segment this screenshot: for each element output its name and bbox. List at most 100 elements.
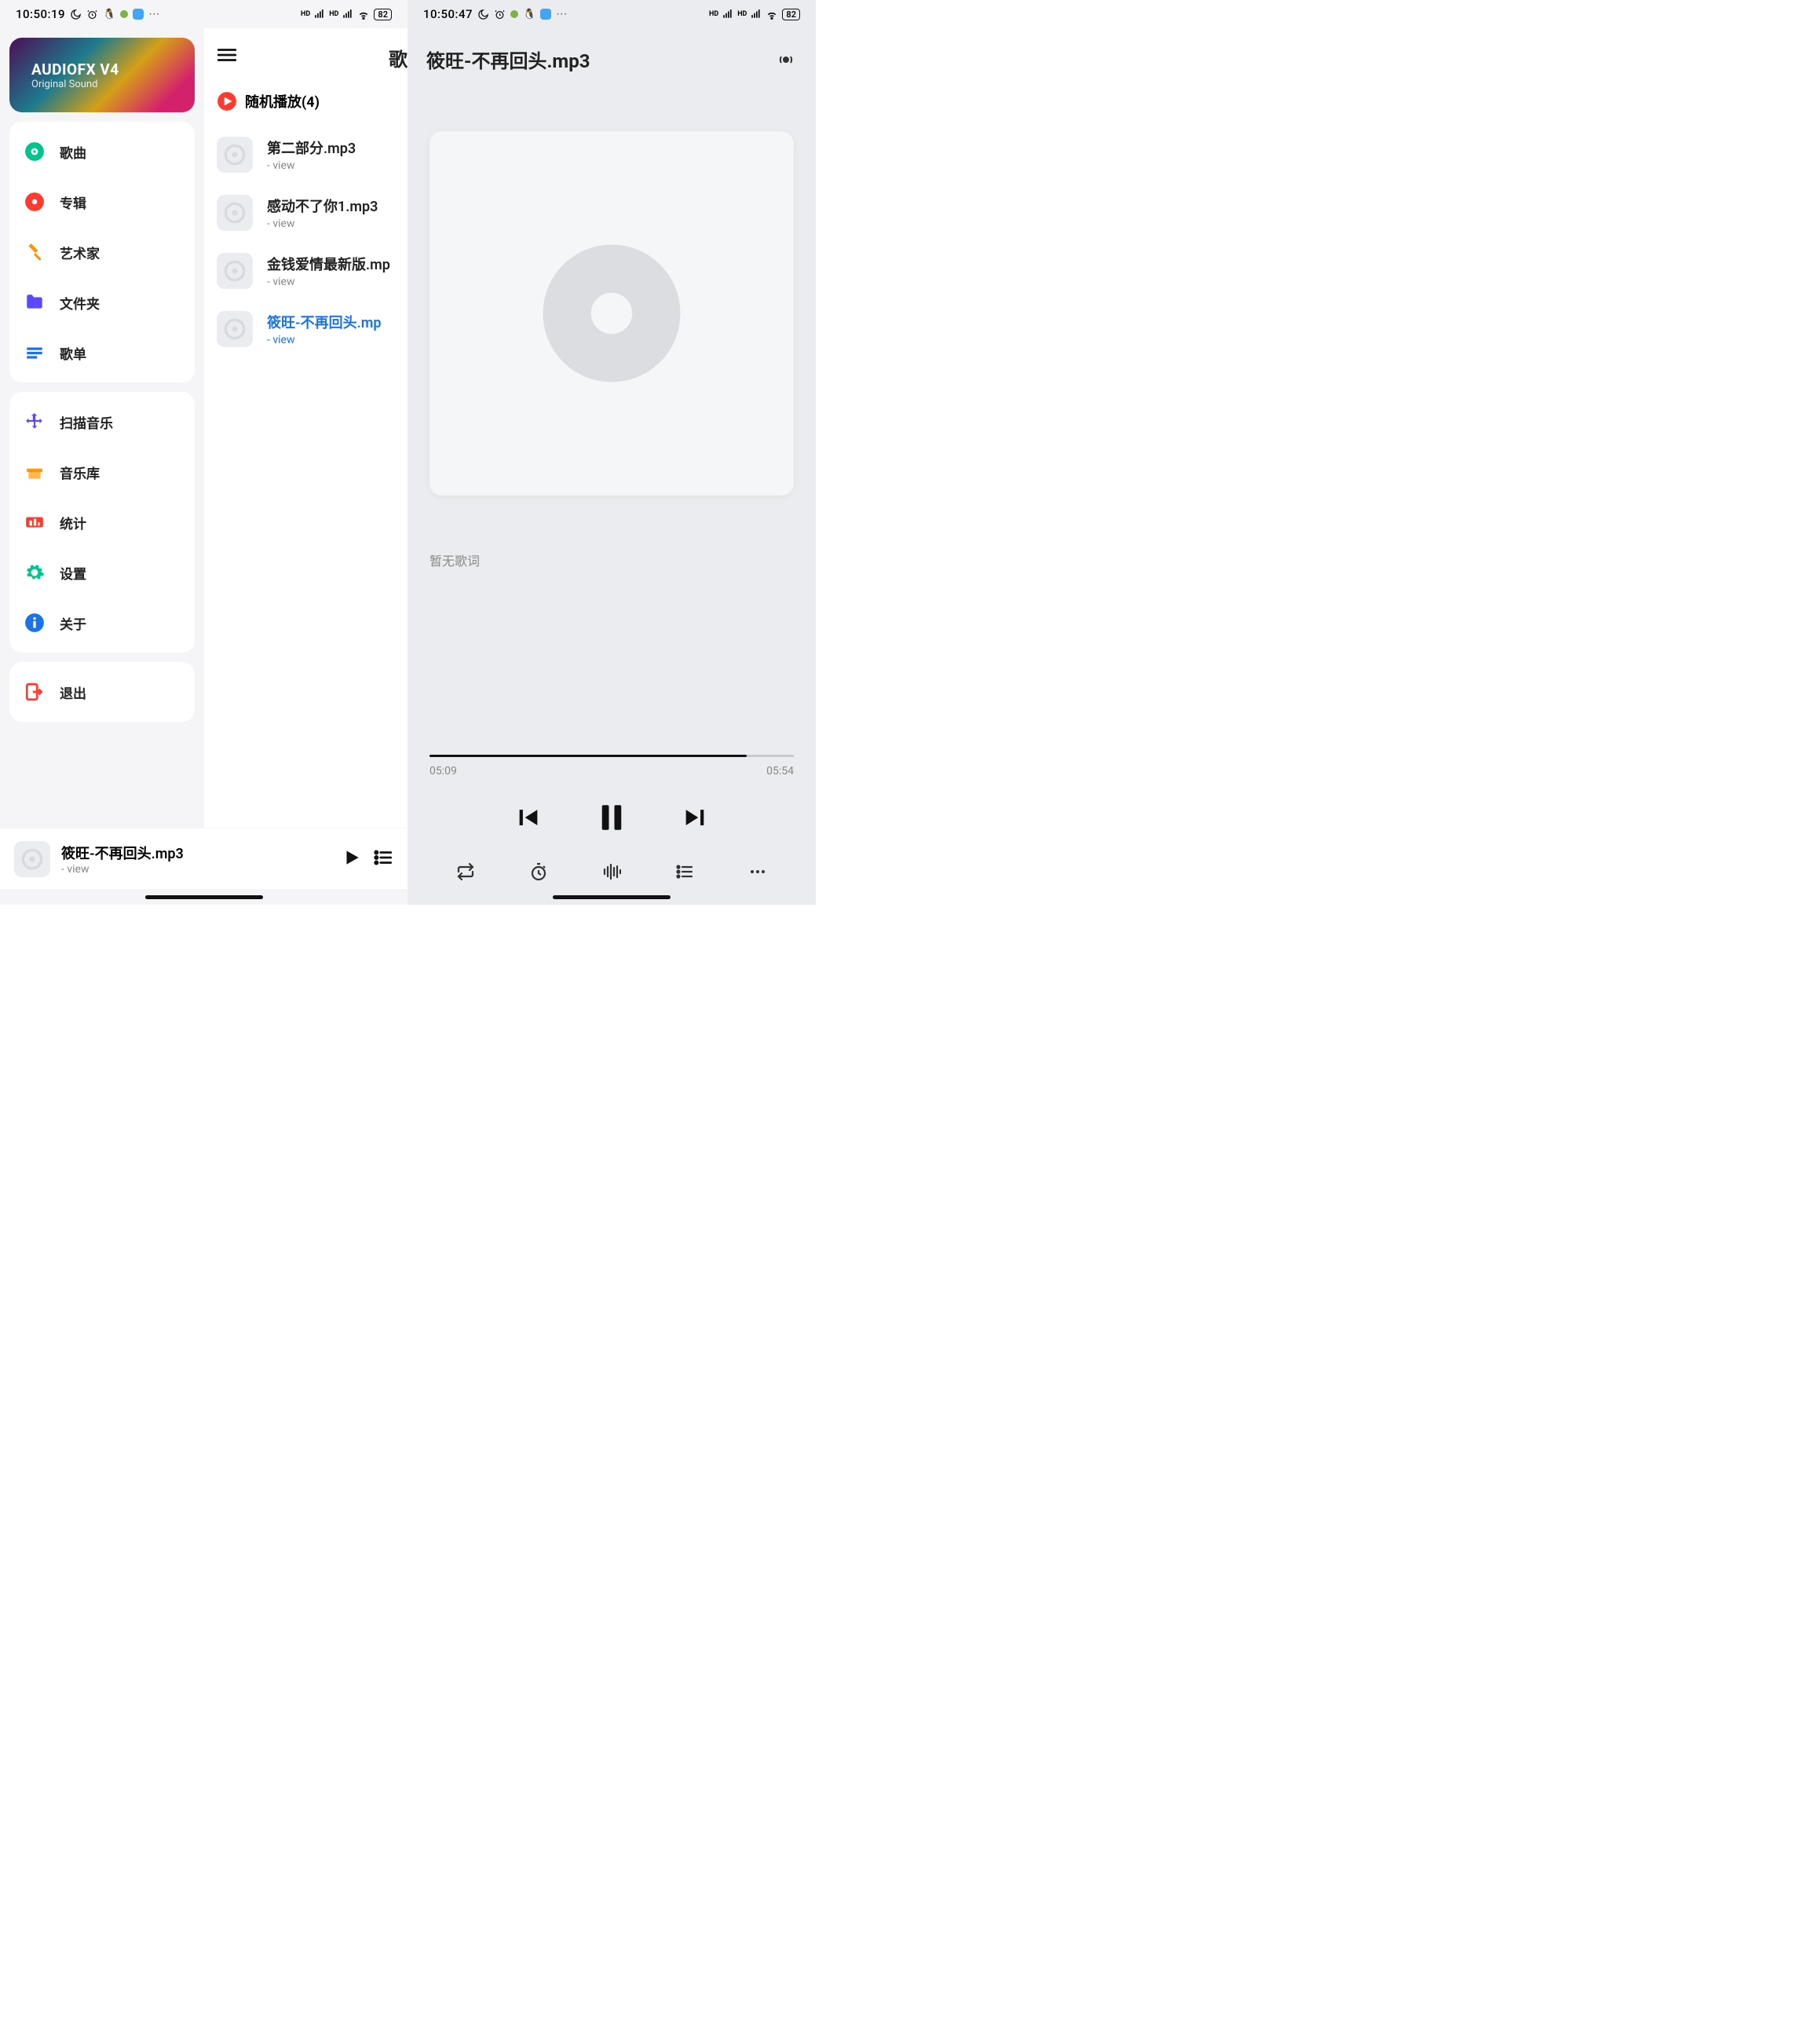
song-title: 金钱爱情最新版.mp [267,254,390,274]
menu-label: 退出 [60,682,86,702]
cast-button[interactable] [775,49,797,71]
menu-item-folders[interactable]: 文件夹 [9,277,195,327]
menu-label: 艺术家 [60,243,100,262]
time-duration: 05:54 [766,765,794,777]
blue-dot-icon [540,9,551,20]
song-thumb-icon [217,137,253,173]
song-title: 第二部分.mp3 [267,137,356,158]
home-indicator[interactable] [0,889,407,905]
menu-button[interactable] [212,39,407,77]
song-item-active[interactable]: 筱旺-不再回头.mp - view [212,300,407,358]
library-icon [24,461,46,483]
green-dot-icon [510,10,518,18]
signal-icon [314,9,325,20]
disc-icon [24,141,46,163]
menu-item-stats[interactable]: 统计 [9,497,195,547]
menu-group-library: 歌曲 专辑 艺术家 文 [9,122,195,382]
menu-label: 统计 [60,513,86,532]
menu-item-library[interactable]: 音乐库 [9,447,195,497]
song-list-panel: 歌 随机播放(4) 第二部分.mp3 - view [204,28,407,828]
menu-item-artists[interactable]: 艺术家 [9,227,195,277]
info-icon [24,612,46,634]
battery-icon: 82 [374,9,392,20]
page-title-clip: 歌 [389,44,407,71]
scan-icon [24,411,46,433]
status-bar-left: 10:50:19 🐧 ⋯ HD HD 82 [0,0,407,28]
audiofx-title: AUDIOFX V4 [31,60,195,79]
menu-item-songs[interactable]: 歌曲 [9,126,195,177]
song-title: 感动不了你1.mp3 [267,196,378,216]
song-subtitle: - view [267,334,381,346]
exit-icon [24,681,46,703]
menu-label: 歌曲 [60,142,86,162]
menu-item-scan[interactable]: 扫描音乐 [9,397,195,447]
play-button[interactable] [342,847,362,871]
repeat-button[interactable] [456,862,475,881]
stats-icon [24,511,46,533]
browse-screen: 10:50:19 🐧 ⋯ HD HD 82 [0,0,407,905]
menu-item-albums[interactable]: 专辑 [9,177,195,227]
album-icon [24,191,46,213]
hd-indicator-2: HD [737,10,747,18]
now-playing-bar[interactable]: 筱旺-不再回头.mp3 - view [0,828,407,889]
album-art[interactable] [429,131,794,496]
signal-icon-2 [751,9,762,20]
status-more-icon: ⋯ [148,8,159,20]
alarm-icon [86,9,98,20]
np-subtitle: - view [61,863,331,876]
home-indicator[interactable] [407,889,816,905]
green-dot-icon [120,10,128,18]
audiofx-card[interactable]: AUDIOFX V4 Original Sound [9,38,195,112]
battery-icon: 82 [782,9,800,20]
song-subtitle: - view [267,159,356,172]
menu-label: 设置 [60,563,86,583]
menu-label: 文件夹 [60,293,100,313]
pause-button[interactable] [595,801,628,834]
menu-item-exit[interactable]: 退出 [9,667,195,717]
folder-icon [24,291,46,313]
previous-button[interactable] [515,804,542,831]
moon-icon [70,9,82,20]
song-list: 第二部分.mp3 - view 感动不了你1.mp3 - view [212,126,407,358]
menu-item-settings[interactable]: 设置 [9,547,195,598]
song-thumb-icon [217,253,253,289]
song-subtitle: - view [267,218,378,230]
next-button[interactable] [682,804,708,831]
menu-label: 扫描音乐 [60,412,113,432]
more-options-button[interactable] [748,862,767,881]
queue-list-button[interactable] [675,862,694,881]
shuffle-all-button[interactable]: 随机播放(4) [212,77,407,126]
queue-button[interactable] [373,847,393,871]
equalizer-button[interactable] [602,862,621,881]
np-thumb-icon [14,841,50,877]
status-time: 10:50:19 [16,7,65,21]
gear-icon [24,562,46,583]
wifi-icon [766,8,778,20]
song-item[interactable]: 感动不了你1.mp3 - view [212,184,407,242]
player-screen: 10:50:47 🐧 ⋯ HD HD 82 [407,0,816,905]
progress-fill [429,755,747,757]
shuffle-label: 随机播放(4) [245,91,320,112]
time-elapsed: 05:09 [429,765,457,777]
menu-item-playlists[interactable]: 歌单 [9,327,195,378]
signal-icon [722,9,733,20]
penguin-icon: 🐧 [103,9,115,20]
hd-indicator-2: HD [329,10,338,18]
song-item[interactable]: 金钱爱情最新版.mp - view [212,242,407,300]
song-thumb-icon [217,195,253,231]
menu-group-tools: 扫描音乐 音乐库 统计 [9,392,195,653]
menu-item-about[interactable]: 关于 [9,598,195,648]
mic-icon [24,241,46,263]
sleep-timer-button[interactable] [529,862,548,881]
signal-icon-2 [342,9,353,20]
sidebar-drawer: AUDIOFX V4 Original Sound 歌曲 专辑 [0,28,204,828]
song-item[interactable]: 第二部分.mp3 - view [212,126,407,184]
progress-slider[interactable] [429,755,794,757]
menu-label: 歌单 [60,343,86,363]
status-time: 10:50:47 [423,7,473,21]
penguin-icon: 🐧 [523,9,535,20]
hd-indicator: HD [709,10,718,18]
song-thumb-icon [217,311,253,347]
blue-dot-icon [133,9,144,20]
wifi-icon [357,8,370,20]
